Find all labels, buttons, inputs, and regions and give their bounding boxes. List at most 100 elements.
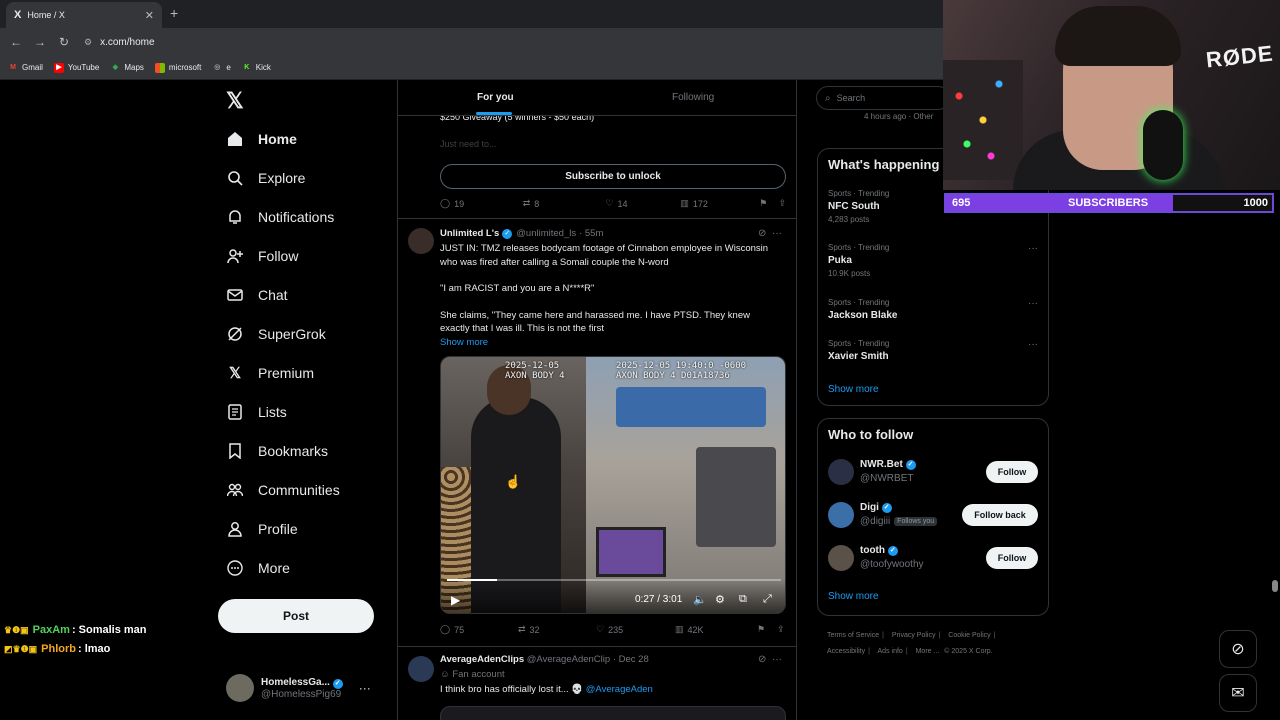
reply-button[interactable]: ◯ 19 xyxy=(440,198,523,209)
bookmark-e[interactable]: ◎ e xyxy=(212,63,231,73)
show-more-link[interactable]: Show more xyxy=(440,336,780,350)
trend-item[interactable]: Sports · Trending Xavier Smith ··· xyxy=(828,339,1038,362)
scrollbar-thumb[interactable] xyxy=(1272,580,1278,592)
bookmark-microsoft[interactable]: microsoft xyxy=(154,62,201,73)
trend-item[interactable]: Sports · Trending Puka 10.9K posts ··· xyxy=(828,243,1038,278)
footer-link[interactable]: Cookie Policy xyxy=(948,632,990,639)
footer-link[interactable]: Terms of Service xyxy=(827,632,879,639)
author-name[interactable]: AverageAdenClips xyxy=(440,654,524,665)
more-dots-icon[interactable]: ··· xyxy=(1028,243,1038,254)
post-time[interactable]: · Dec 28 xyxy=(613,654,649,665)
mention-link[interactable]: @AverageAden xyxy=(586,684,653,695)
bookmark-button[interactable]: ⚑ xyxy=(759,198,778,209)
bookmark-youtube[interactable]: ▶ YouTube xyxy=(53,62,99,73)
nav-chat[interactable]: Chat xyxy=(226,286,288,304)
follow-button[interactable]: Follow xyxy=(986,547,1038,569)
share-button[interactable]: ⇪ xyxy=(778,198,786,209)
follow-button[interactable]: Follow xyxy=(986,461,1038,483)
views-button[interactable]: ▥ 172 xyxy=(680,198,759,209)
footer-link[interactable]: Privacy Policy xyxy=(892,632,936,639)
post-time[interactable]: · 55m xyxy=(579,228,603,239)
avatar[interactable] xyxy=(828,502,854,528)
show-more-link[interactable]: Show more xyxy=(828,591,879,602)
mic-brand-logo: RØDE xyxy=(1205,40,1276,73)
views-button[interactable]: ▥ 42K xyxy=(675,624,757,635)
tab-for-you[interactable]: For you xyxy=(477,92,514,103)
follow-suggestion[interactable]: NWR.Bet ✓ @NWRBET Follow xyxy=(828,459,1040,489)
footer-link[interactable]: More ... xyxy=(916,648,940,655)
grok-icon[interactable]: ⊘ xyxy=(758,228,766,239)
author-handle[interactable]: @AverageAdenClip xyxy=(527,654,610,665)
messages-floating-button[interactable]: ✉ xyxy=(1219,674,1257,712)
nav-premium[interactable]: 𝕏 Premium xyxy=(226,364,314,382)
more-dots-icon[interactable]: ··· xyxy=(772,228,782,239)
close-tab-icon[interactable]: ✕ xyxy=(145,9,154,22)
views-icon: ▥ xyxy=(675,624,684,634)
nav-more[interactable]: More xyxy=(226,559,290,577)
show-more-link[interactable]: Show more xyxy=(828,384,879,395)
post-button[interactable]: Post xyxy=(218,599,374,633)
video-progress-bar[interactable] xyxy=(447,579,781,581)
avatar[interactable] xyxy=(828,545,854,571)
nav-profile[interactable]: Profile xyxy=(226,520,298,538)
nav-follow[interactable]: Follow xyxy=(226,247,298,265)
url-field[interactable]: ⚙ x.com/home xyxy=(84,31,155,53)
follow-back-button[interactable]: Follow back xyxy=(962,504,1038,526)
popout-icon[interactable]: ⧉ xyxy=(739,593,747,606)
post-media[interactable] xyxy=(440,706,786,720)
nav-lists[interactable]: Lists xyxy=(226,403,287,421)
nav-notifications[interactable]: Notifications xyxy=(226,208,334,226)
bookmark-kick[interactable]: K Kick xyxy=(242,63,271,73)
footer-link[interactable]: Ads info xyxy=(878,648,903,655)
kick-icon: K xyxy=(244,63,250,71)
like-button[interactable]: ♡ 14 xyxy=(605,198,680,209)
video-player[interactable]: 2025-12-05 AXON BODY 4 2025-12-05 19:40:… xyxy=(440,356,786,614)
repost-button[interactable]: ⇄ 8 xyxy=(523,198,606,209)
reply-button[interactable]: ◯ 75 xyxy=(440,624,518,635)
bookmark-button[interactable]: ⚑ xyxy=(757,624,777,635)
fullscreen-icon[interactable]: ⤢ xyxy=(763,593,772,606)
avatar[interactable] xyxy=(828,459,854,485)
more-dots-icon[interactable]: ··· xyxy=(1028,339,1038,350)
forward-icon[interactable]: → xyxy=(28,35,52,49)
play-icon[interactable]: ▶ xyxy=(451,593,460,607)
nav-explore[interactable]: Explore xyxy=(226,169,305,187)
subscribe-button[interactable]: Subscribe to unlock xyxy=(440,164,786,189)
volume-icon[interactable]: 🔈 xyxy=(693,593,707,606)
browser-tab[interactable]: X Home / X ✕ xyxy=(6,2,162,28)
reload-icon[interactable]: ↻ xyxy=(52,35,76,49)
author-name[interactable]: Unlimited L's xyxy=(440,228,499,239)
avatar[interactable] xyxy=(408,656,434,682)
avatar[interactable] xyxy=(408,228,434,254)
chat-badges-icon: ♛❶▣ xyxy=(4,624,29,635)
back-icon[interactable]: ← xyxy=(4,35,28,49)
search-input[interactable]: ⌕ Search xyxy=(816,86,950,110)
nav-bookmarks[interactable]: Bookmarks xyxy=(226,442,328,460)
more-dots-icon[interactable]: ··· xyxy=(772,654,782,665)
new-tab-icon[interactable]: + xyxy=(170,5,178,21)
bookmark-maps[interactable]: ◆ Maps xyxy=(110,63,144,73)
author-handle[interactable]: @unlimited_ls xyxy=(516,228,576,239)
globe-icon: ◎ xyxy=(214,63,221,71)
grok-icon[interactable]: ⊘ xyxy=(758,654,766,665)
more-dots-icon[interactable]: ··· xyxy=(1028,298,1038,309)
settings-icon[interactable]: ⚙ xyxy=(715,593,725,606)
nav-communities[interactable]: Communities xyxy=(226,481,340,499)
footer-link[interactable]: Accessibility xyxy=(827,648,865,655)
account-switcher[interactable]: HomelessGa... ✓ @HomelessPig69 ··· xyxy=(226,674,371,702)
more-dots-icon[interactable]: ··· xyxy=(359,681,371,695)
repost-button[interactable]: ⇄ 32 xyxy=(518,624,596,635)
follow-suggestion[interactable]: Digi ✓ @digiii Follows you Follow back xyxy=(828,502,1040,532)
follow-suggestion[interactable]: tooth ✓ @toofywoothy Follow xyxy=(828,545,1040,575)
nav-home[interactable]: Home xyxy=(226,130,297,148)
trend-item[interactable]: Sports · Trending Jackson Blake ··· xyxy=(828,298,1038,321)
site-info-icon[interactable]: ⚙ xyxy=(84,37,92,48)
post-text-line: JUST IN: TMZ releases bodycam footage of… xyxy=(440,243,769,268)
x-logo-icon[interactable]: 𝕏 xyxy=(226,88,244,114)
share-button[interactable]: ⇪ xyxy=(777,624,785,635)
tab-following[interactable]: Following xyxy=(672,92,714,103)
bookmark-gmail[interactable]: M Gmail xyxy=(8,63,43,73)
grok-floating-button[interactable]: ⊘ xyxy=(1219,630,1257,668)
nav-supergrok[interactable]: SuperGrok xyxy=(226,325,326,343)
like-button[interactable]: ♡ 235 xyxy=(596,624,675,635)
